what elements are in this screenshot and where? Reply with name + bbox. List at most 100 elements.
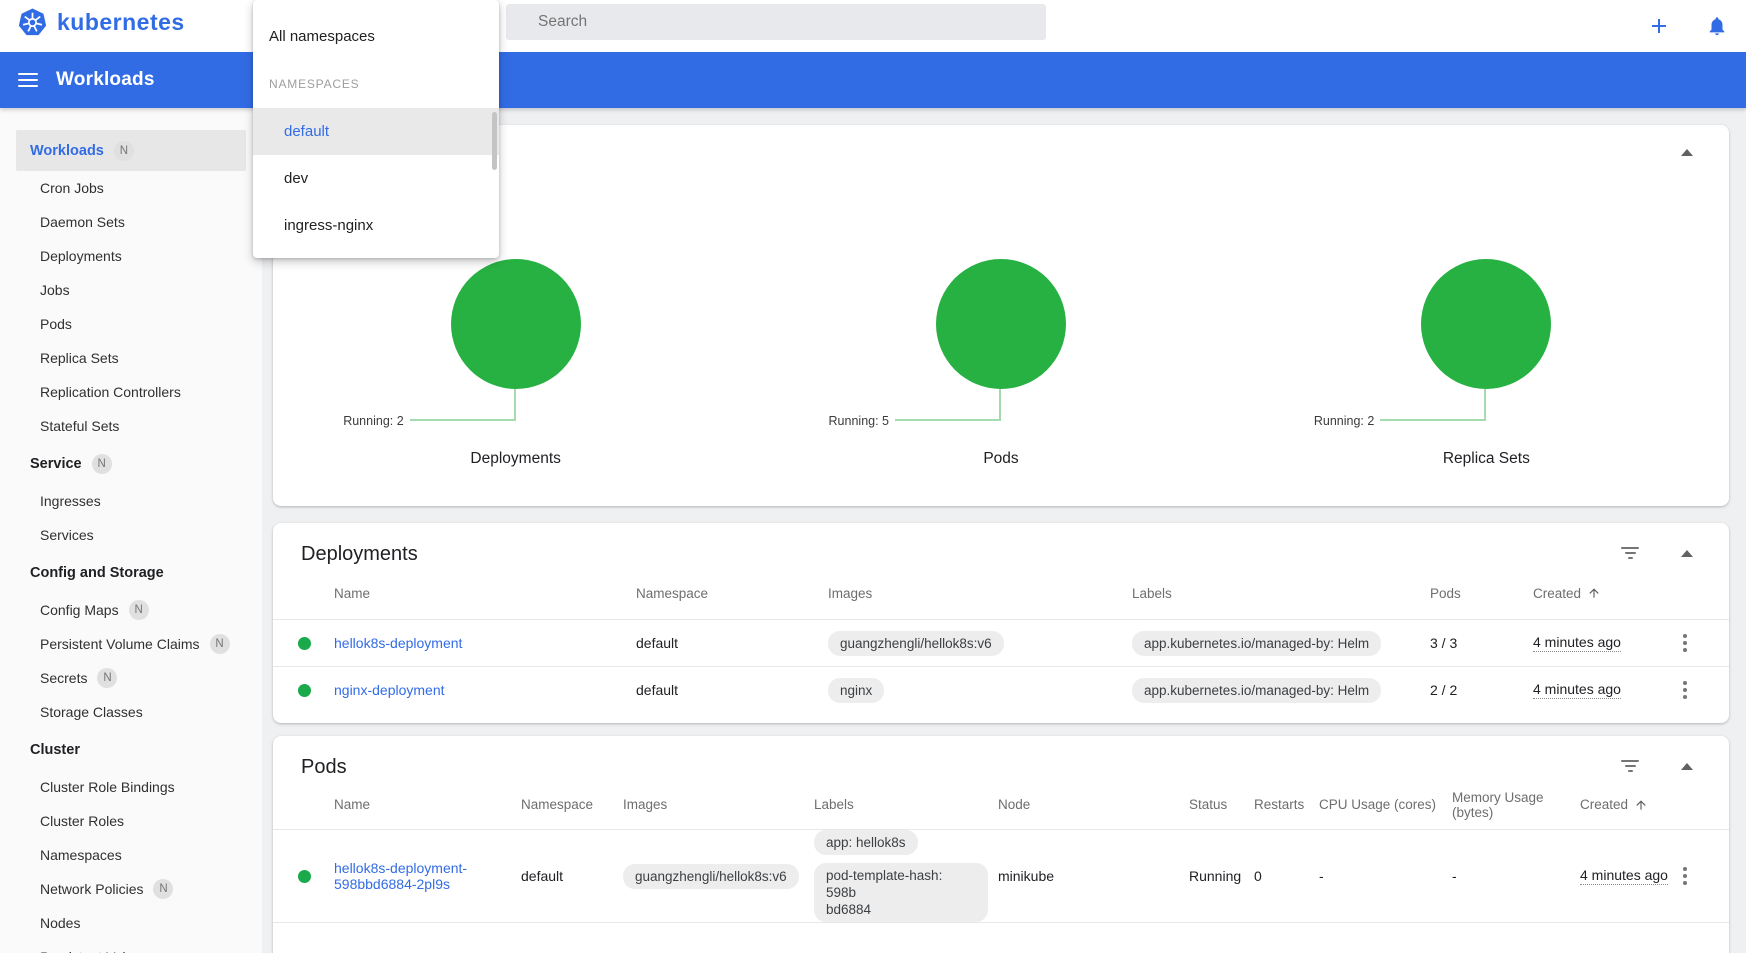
row-actions-menu-icon[interactable] (1679, 677, 1691, 703)
column-header-pods[interactable]: Pods (1430, 586, 1533, 601)
search-input[interactable] (506, 4, 1046, 40)
pie-running-replica-sets (1421, 259, 1552, 389)
sidebar-item-config-maps[interactable]: Config Maps N (0, 593, 262, 627)
sidebar-item-cron-jobs[interactable]: Cron Jobs (0, 171, 262, 205)
sidebar-item-nodes[interactable]: Nodes (0, 906, 262, 940)
sidebar-item-ingresses[interactable]: Ingresses (0, 484, 262, 518)
create-resource-button[interactable] (1646, 13, 1672, 39)
pod-row: hellok8s-deployment-598bbd6884-2pl9s def… (273, 829, 1729, 922)
cell-namespace: default (521, 868, 564, 884)
column-header-cpu-usage[interactable]: CPU Usage (cores) (1319, 797, 1452, 812)
column-header-name[interactable]: Name (334, 797, 521, 812)
kubernetes-logo[interactable]: kubernetes (18, 8, 185, 37)
kubernetes-wheel-icon (18, 8, 47, 36)
chart-caption: Pods (983, 450, 1019, 467)
deployment-name-link[interactable]: nginx-deployment (334, 682, 445, 698)
sidebar-item-replication-controllers[interactable]: Replication Controllers (0, 375, 262, 409)
sidebar-item-stateful-sets[interactable]: Stateful Sets (0, 409, 262, 443)
new-badge: N (153, 879, 174, 899)
sidebar-item-jobs[interactable]: Jobs (0, 273, 262, 307)
sidebar-item-cluster-role-bindings[interactable]: Cluster Role Bindings (0, 770, 262, 804)
column-header-memory-usage[interactable]: Memory Usage (bytes) (1452, 790, 1580, 820)
sidebar-item-deployments[interactable]: Deployments (0, 239, 262, 273)
page-title: Workloads (56, 69, 155, 90)
column-header-images[interactable]: Images (623, 797, 814, 812)
column-header-restarts[interactable]: Restarts (1254, 797, 1319, 812)
cell-created: 4 minutes ago (1533, 681, 1621, 699)
notifications-button[interactable] (1704, 13, 1730, 39)
column-header-namespace[interactable]: Namespace (636, 586, 828, 601)
sidebar-item-config-and-storage[interactable]: Config and Storage (0, 552, 262, 593)
deployment-row: nginx-deployment default nginx app.kuber… (273, 666, 1729, 713)
sidebar-item-services[interactable]: Services (0, 518, 262, 552)
replica-sets-pie-chart: Running: 2 Replica Sets (1244, 125, 1729, 506)
label-chip: app.kubernetes.io/managed-by: Helm (1132, 630, 1382, 656)
filter-icon[interactable] (1621, 547, 1639, 559)
new-badge: N (113, 140, 134, 161)
collapse-card-icon[interactable] (1681, 549, 1693, 557)
column-header-node[interactable]: Node (998, 797, 1189, 812)
pie-running-pods (935, 259, 1066, 389)
label-chip: app: hellok8s (814, 830, 918, 855)
label-chip: pod-template-hash: 598b bd6884 (814, 863, 988, 922)
menu-button[interactable] (18, 73, 38, 87)
sidebar-item-daemon-sets[interactable]: Daemon Sets (0, 205, 262, 239)
column-header-namespace[interactable]: Namespace (521, 797, 623, 812)
labels-stack: app: hellok8s pod-template-hash: 598b bd… (814, 830, 988, 922)
sidebar-item-storage-classes[interactable]: Storage Classes (0, 695, 262, 729)
namespace-option-all[interactable]: All namespaces (253, 12, 499, 60)
sidebar-item-persistent-volume-claims[interactable]: Persistent Volume Claims N (0, 627, 262, 661)
sidebar-item-network-policies[interactable]: Network Policies N (0, 872, 262, 906)
sidebar-item-replica-sets[interactable]: Replica Sets (0, 341, 262, 375)
row-actions-menu-icon[interactable] (1679, 863, 1691, 889)
pie-callout-label: Running: 2 (1313, 414, 1375, 428)
cell-pods: 2 / 2 (1430, 682, 1458, 698)
deployment-name-link[interactable]: hellok8s-deployment (334, 635, 462, 651)
column-header-name[interactable]: Name (334, 586, 636, 601)
label-chip: app.kubernetes.io/managed-by: Helm (1132, 677, 1382, 703)
deployment-row: hellok8s-deployment default guangzhengli… (273, 619, 1729, 666)
column-header-images[interactable]: Images (828, 586, 1132, 601)
sidebar-item-cluster-roles[interactable]: Cluster Roles (0, 804, 262, 838)
status-ok-icon (298, 869, 311, 883)
namespace-option-ingress-nginx[interactable]: ingress-nginx (253, 202, 499, 249)
sidebar-item-pods[interactable]: Pods (0, 307, 262, 341)
column-header-created[interactable]: Created (1580, 797, 1679, 812)
cell-status: Running (1189, 868, 1242, 884)
sidebar-item-secrets[interactable]: Secrets N (0, 661, 262, 695)
filter-icon[interactable] (1621, 760, 1639, 772)
sidebar-item-workloads[interactable]: Workloads N (16, 130, 246, 171)
deployments-table-header: Name Namespace Images Labels Pods Create… (273, 567, 1729, 619)
column-header-created[interactable]: Created (1533, 586, 1679, 601)
sidebar-nav: Workloads N Cron Jobs Daemon Sets Deploy… (0, 108, 262, 953)
sidebar-item-namespaces[interactable]: Namespaces (0, 838, 262, 872)
cell-restarts: 0 (1254, 868, 1262, 884)
sort-ascending-icon (1587, 586, 1601, 600)
bell-icon (1709, 17, 1725, 36)
pod-name-link[interactable]: hellok8s-deployment-598bbd6884-2pl9s (334, 860, 511, 892)
collapse-card-icon[interactable] (1681, 762, 1693, 770)
dropdown-scrollbar[interactable] (492, 112, 497, 170)
namespace-option-default[interactable]: default (253, 108, 499, 155)
column-header-status[interactable]: Status (1189, 797, 1254, 812)
new-badge: N (97, 668, 118, 688)
column-header-labels[interactable]: Labels (814, 797, 998, 812)
image-chip: guangzhengli/hellok8s:v6 (623, 863, 799, 889)
row-actions-menu-icon[interactable] (1679, 630, 1691, 656)
cell-created: 4 minutes ago (1580, 867, 1668, 885)
new-badge: N (128, 600, 149, 620)
cell-pods: 3 / 3 (1430, 635, 1458, 651)
sidebar-item-service[interactable]: Service N (0, 443, 262, 484)
namespace-option-dev[interactable]: dev (253, 155, 499, 202)
sidebar-item-cluster[interactable]: Cluster (0, 729, 262, 770)
header-actions (1646, 0, 1730, 52)
chart-caption: Replica Sets (1442, 450, 1530, 467)
column-header-labels[interactable]: Labels (1132, 586, 1430, 601)
pod-row: hellok8s-deployment- default guangzhengl… (273, 922, 1729, 953)
cell-namespace: default (636, 635, 679, 651)
kubernetes-dashboard: kubernetes Workloads Workloads N Cron Jo… (0, 0, 1746, 953)
sidebar-item-persistent-volumes[interactable]: Persistent Volumes (0, 940, 262, 953)
namespaces-section-label: NAMESPACES (269, 77, 360, 91)
plus-icon (1652, 19, 1666, 33)
status-ok-icon (298, 636, 311, 650)
